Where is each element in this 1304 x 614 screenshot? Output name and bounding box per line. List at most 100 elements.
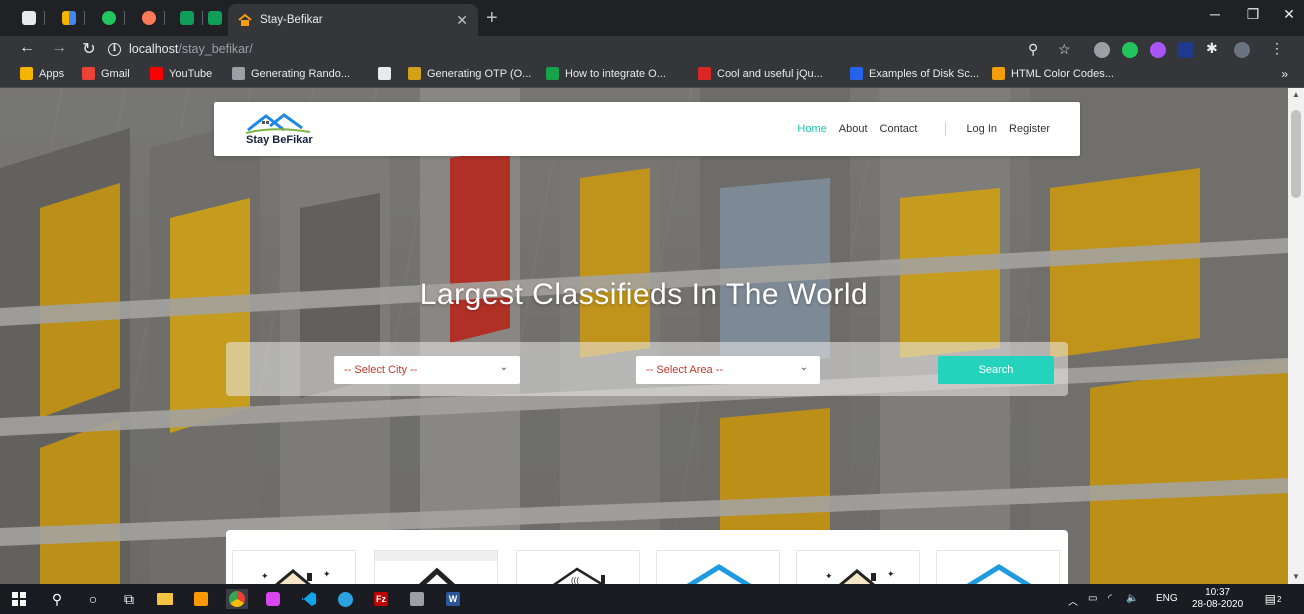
windows-taskbar: ⚲ ○ ⧉ Fz W ︿ ▭ ◜ 🔈 ENG 10:37 28-08-2020 … [0, 584, 1304, 614]
extension-o-icon[interactable] [1150, 42, 1166, 58]
bookmark-red-icon [698, 67, 711, 80]
clock-time: 10:37 [1205, 587, 1231, 598]
volume-icon[interactable]: 🔈 [1126, 593, 1138, 604]
close-window-icon[interactable]: ✕ [1274, 6, 1304, 23]
area-select-value: -- Select Area -- [646, 364, 724, 376]
nav-login-link[interactable]: Log In [966, 123, 997, 135]
bookmark-label: HTML Color Codes... [1011, 67, 1114, 80]
forward-arrow-icon[interactable]: → [48, 39, 70, 57]
minimize-icon[interactable]: ─ [1200, 6, 1230, 22]
back-arrow-icon[interactable]: ← [16, 39, 38, 57]
nav-home-link[interactable]: Home [797, 123, 826, 135]
xampp-icon[interactable] [406, 589, 428, 609]
page-viewport: Stay BeFikar Home About Contact Log In R… [0, 88, 1288, 584]
browser-tabstrip: Stay-Befikar ✕ + ─ ❐ ✕ [0, 0, 1304, 36]
bookmark-item[interactable]: Generating Rando... [232, 67, 350, 80]
notifications-icon[interactable]: ▤ 2 [1262, 589, 1284, 609]
reload-icon[interactable]: ↻ [78, 39, 100, 59]
nav-register-link[interactable]: Register [1009, 123, 1050, 135]
r-icon [992, 67, 1005, 80]
property-card[interactable]: ✦ ✦ [796, 550, 920, 584]
gmail-icon [82, 67, 95, 80]
new-tab-button[interactable]: + [486, 8, 498, 28]
pinned-tab-sheets[interactable] [176, 7, 198, 29]
site-logo[interactable]: Stay BeFikar [244, 110, 334, 150]
system-clock[interactable]: 10:37 28-08-2020 [1192, 587, 1243, 611]
menu-kebab-icon[interactable]: ⋮ [1270, 40, 1286, 56]
scrollbar-thumb[interactable] [1291, 110, 1301, 198]
page-scrollbar[interactable]: ▲ ▼ [1288, 88, 1304, 584]
property-card[interactable] [656, 550, 780, 584]
search-icon[interactable]: ⚲ [46, 589, 68, 609]
house-icon [375, 551, 497, 584]
scroll-up-icon[interactable]: ▲ [1292, 90, 1300, 99]
codepen-icon[interactable] [262, 589, 284, 609]
restore-icon[interactable]: ❐ [1238, 6, 1268, 23]
scroll-down-icon[interactable]: ▼ [1292, 572, 1300, 581]
windows-start-icon[interactable] [8, 589, 30, 609]
nav-about-link[interactable]: About [839, 123, 868, 135]
property-card[interactable] [936, 550, 1060, 584]
bookmark-label: YouTube [169, 67, 213, 80]
filezilla-icon[interactable]: Fz [370, 589, 392, 609]
pinned-tab-check[interactable] [18, 7, 40, 29]
bookmark-label: Generating OTP (O... [427, 67, 532, 80]
active-tab[interactable]: Stay-Befikar ✕ [228, 4, 478, 36]
hero-title: Largest Classifieds In The World [419, 278, 869, 311]
zoom-icon[interactable]: ⚲ [1028, 41, 1038, 58]
bookmark-item[interactable]: Gmail [82, 67, 130, 80]
vscode-icon[interactable] [298, 589, 320, 609]
property-card[interactable]: ✦ ✦ [232, 550, 356, 584]
search-button[interactable]: Search [938, 356, 1054, 384]
house-icon [966, 564, 1032, 584]
tab-separator [44, 11, 45, 25]
site-info-icon[interactable]: i [108, 42, 121, 56]
property-card[interactable] [374, 550, 498, 584]
bookmark-star-icon[interactable]: ☆ [1058, 41, 1071, 58]
pinned-tab-hubspot[interactable] [138, 7, 160, 29]
bookmark-item[interactable]: Generating OTP (O... [408, 67, 531, 80]
bookmarks-overflow-icon[interactable]: » [1281, 67, 1288, 81]
telegram-icon[interactable] [334, 589, 356, 609]
bookmark-item[interactable]: YouTube [150, 67, 212, 80]
cortana-icon[interactable]: ○ [82, 589, 104, 609]
bookmark-item[interactable]: How to integrate O... [546, 67, 666, 80]
sublime-text-icon[interactable] [190, 589, 212, 609]
language-indicator[interactable]: ENG [1156, 593, 1178, 604]
extensions-puzzle-icon[interactable]: ✱ [1206, 40, 1222, 56]
battery-icon[interactable]: ▭ [1088, 593, 1097, 604]
task-view-icon[interactable]: ⧉ [118, 589, 140, 609]
nav-links: Home About Contact Log In Register [797, 122, 1050, 136]
nav-contact-link[interactable]: Contact [880, 123, 918, 135]
chrome-icon[interactable] [226, 589, 248, 609]
nav-divider [945, 122, 947, 136]
extension-grammarly-icon[interactable] [1094, 42, 1110, 58]
bookmark-item[interactable]: HTML Color Codes... [992, 67, 1114, 80]
bookmark-item[interactable]: Apps [20, 67, 64, 80]
address-bar[interactable]: i localhost/stay_befikar/ [108, 37, 1058, 61]
extension-g-icon[interactable] [1122, 42, 1138, 58]
file-explorer-icon[interactable] [154, 589, 176, 609]
pinned-tab-grid[interactable] [58, 7, 80, 29]
close-tab-icon[interactable]: ✕ [456, 12, 468, 29]
area-select[interactable]: -- Select Area -- ⌄ [636, 356, 820, 384]
profile-avatar[interactable] [1234, 42, 1250, 58]
city-select[interactable]: -- Select City -- ⌄ [334, 356, 520, 384]
bookmark-label: Examples of Disk Sc... [869, 67, 980, 80]
house-icon: ✦ ✦ [825, 569, 895, 584]
pinned-tab-sheets-2[interactable] [204, 7, 226, 29]
tab-separator [164, 11, 165, 25]
youtube-icon [150, 67, 163, 80]
word-icon[interactable]: W [442, 589, 464, 609]
bookmark-item[interactable] [378, 67, 397, 80]
property-card[interactable]: ((( [516, 550, 640, 584]
house-icon: ((( [552, 567, 605, 584]
tray-chevron-up-icon[interactable]: ︿ [1068, 593, 1078, 608]
extension-n-icon[interactable] [1178, 42, 1194, 58]
city-select-value: -- Select City -- [344, 364, 418, 376]
wifi-icon[interactable]: ◜ [1108, 593, 1112, 604]
bookmark-item[interactable]: Cool and useful jQu... [698, 67, 823, 80]
bookmark-item[interactable]: Examples of Disk Sc... [850, 67, 979, 80]
pinned-tab-green[interactable] [98, 7, 120, 29]
tab-separator [84, 11, 85, 25]
